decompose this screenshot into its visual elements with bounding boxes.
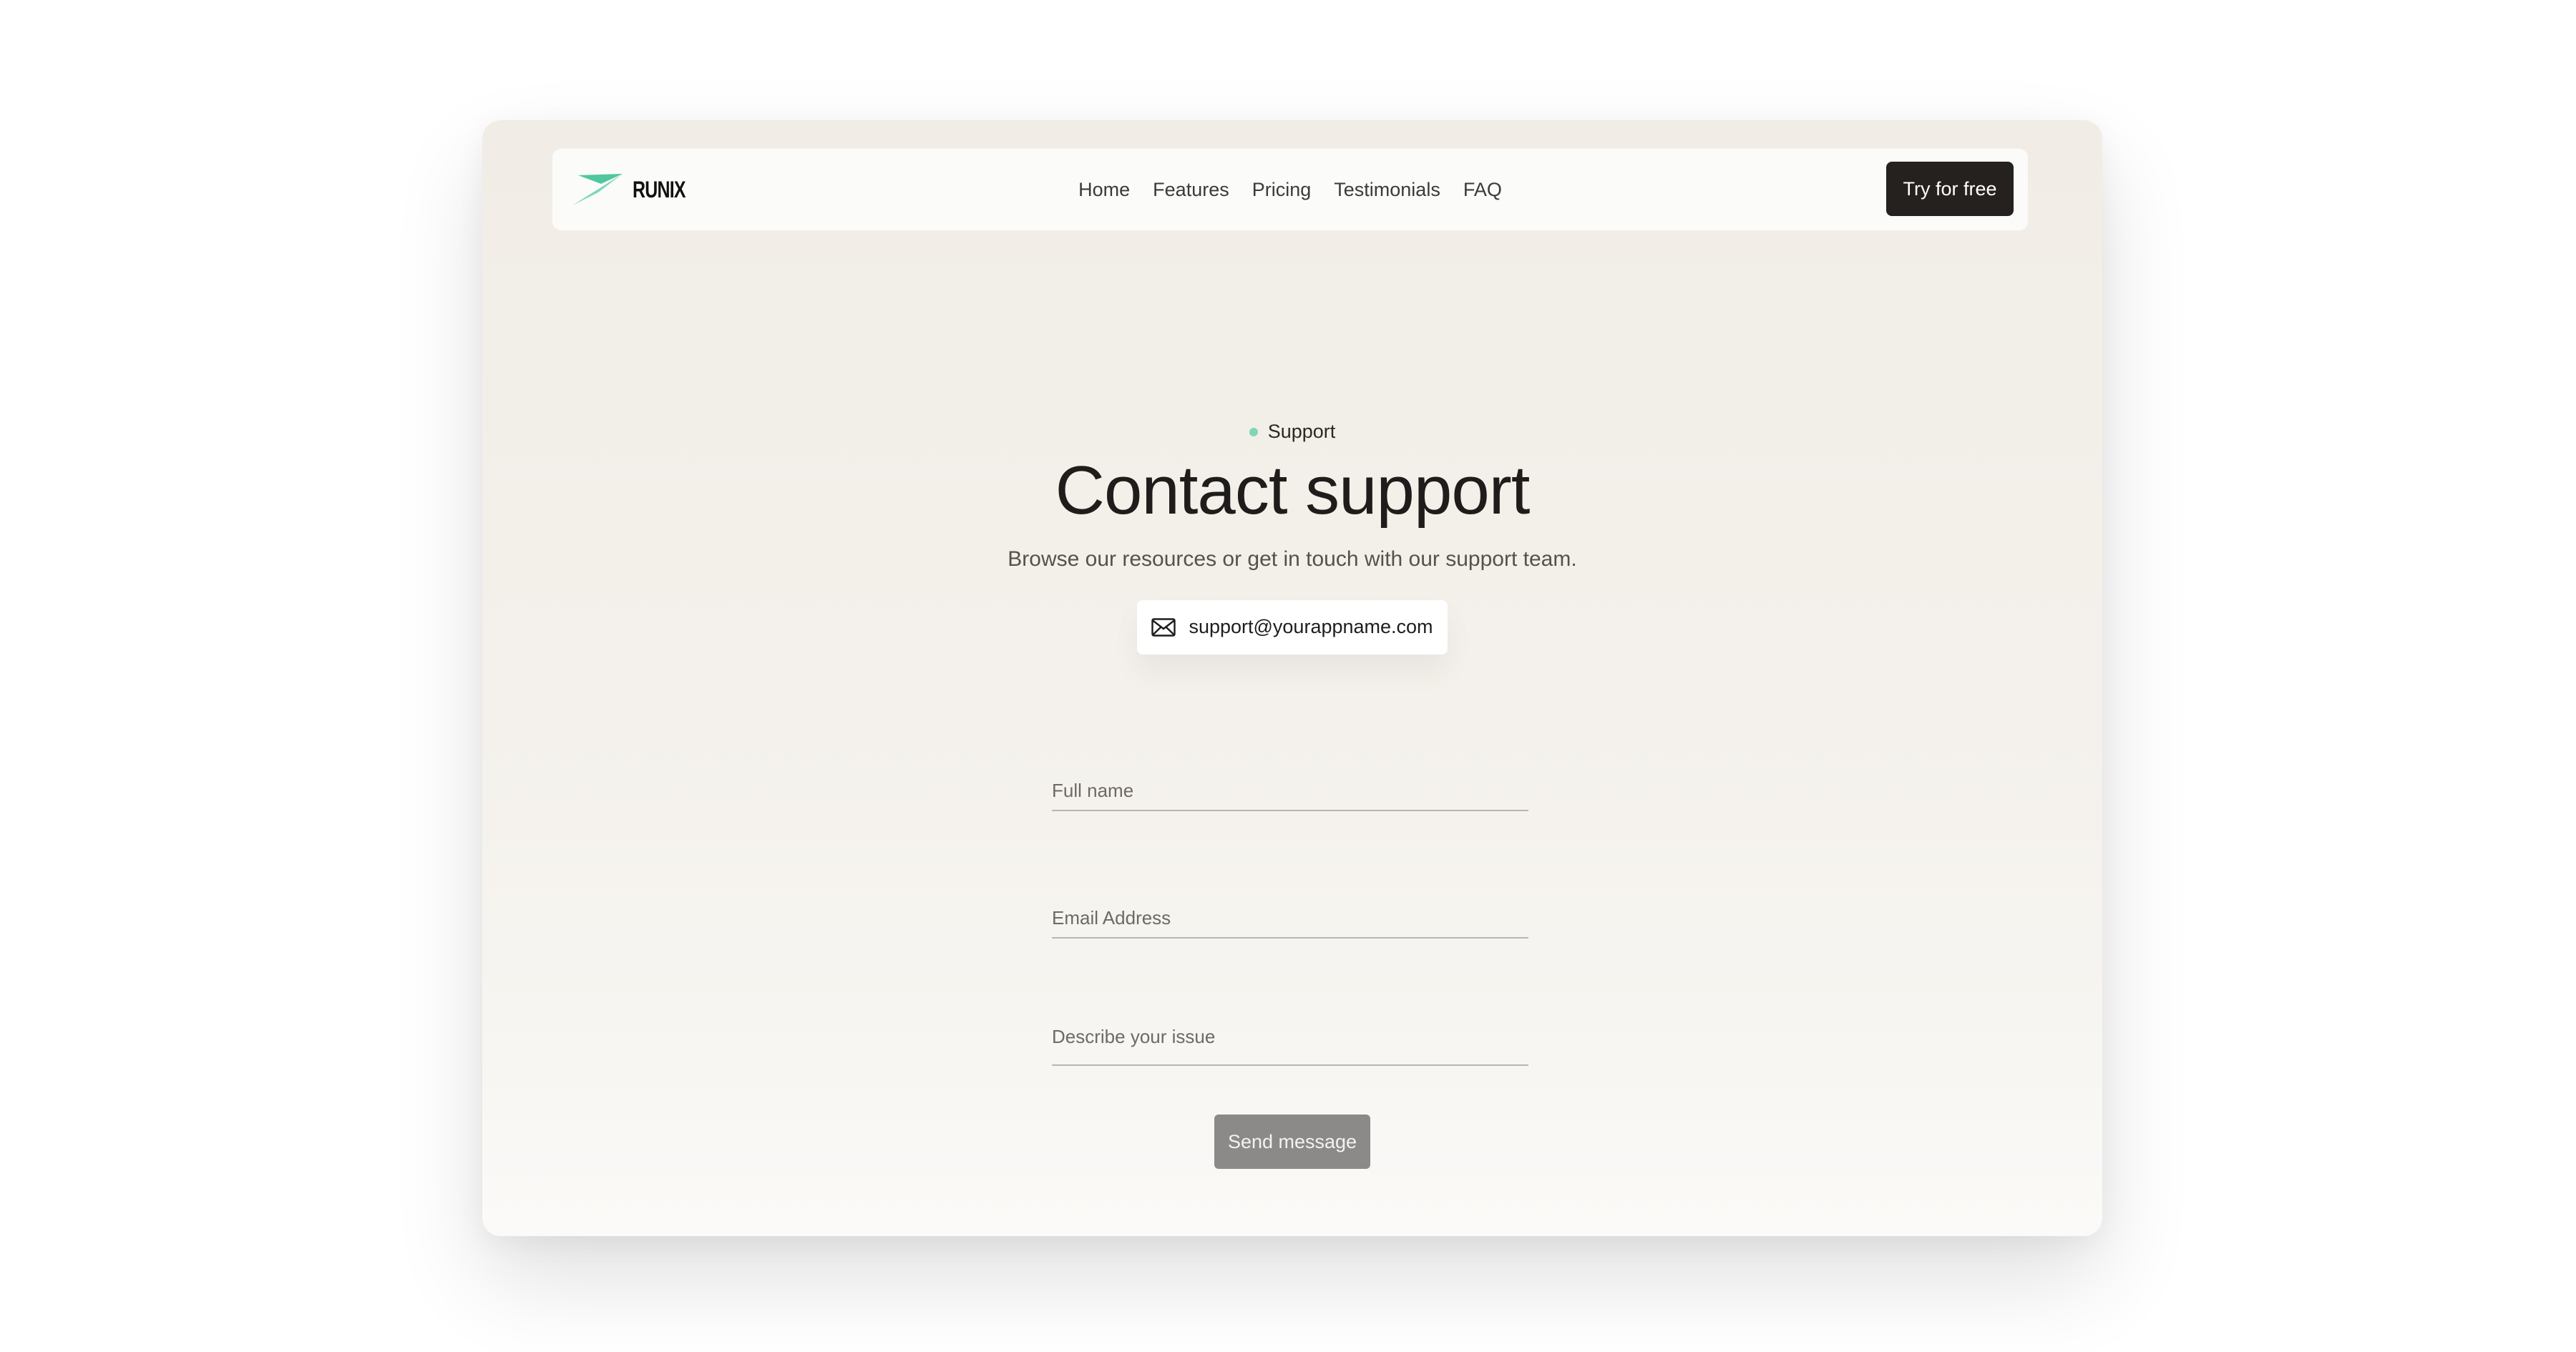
nav-link-testimonials[interactable]: Testimonials — [1334, 176, 1440, 204]
try-for-free-button[interactable]: Try for free — [1886, 162, 2014, 216]
page-subtitle: Browse our resources or get in touch wit… — [1008, 547, 1577, 571]
send-message-button[interactable]: Send message — [1214, 1115, 1370, 1169]
support-email-text: support@yourappname.com — [1189, 616, 1433, 638]
nav-link-home[interactable]: Home — [1078, 176, 1130, 204]
full-name-field-wrapper — [1052, 750, 1528, 877]
eyebrow-label: Support — [1267, 421, 1336, 442]
page-title: Contact support — [1055, 452, 1531, 529]
brand-name: RUNIX — [633, 176, 686, 202]
status-dot-icon — [1249, 427, 1258, 436]
nav-link-pricing[interactable]: Pricing — [1252, 176, 1312, 204]
support-email-link[interactable]: support@yourappname.com — [1137, 599, 1448, 655]
contact-form — [1052, 750, 1528, 1132]
full-name-input[interactable] — [1052, 750, 1528, 811]
runix-logo-icon — [572, 174, 623, 205]
nav-link-faq[interactable]: FAQ — [1463, 176, 1502, 204]
email-input[interactable] — [1052, 877, 1528, 939]
nav-links: Home Features Pricing Testimonials FAQ — [552, 149, 2028, 230]
brand-logo[interactable]: RUNIX — [572, 149, 701, 230]
navbar: RUNIX Home Features Pricing Testimonials… — [552, 149, 2028, 230]
issue-textarea[interactable] — [1052, 1004, 1528, 1066]
hero-section: Support Contact support Browse our resou… — [482, 421, 2102, 655]
send-button-wrapper: Send message — [482, 1115, 2102, 1169]
mail-icon — [1151, 617, 1176, 637]
issue-field-wrapper — [1052, 1004, 1528, 1132]
email-field-wrapper — [1052, 877, 1528, 1004]
eyebrow-badge: Support — [1249, 421, 1336, 443]
page-card: RUNIX Home Features Pricing Testimonials… — [482, 120, 2102, 1236]
nav-link-features[interactable]: Features — [1153, 176, 1229, 204]
